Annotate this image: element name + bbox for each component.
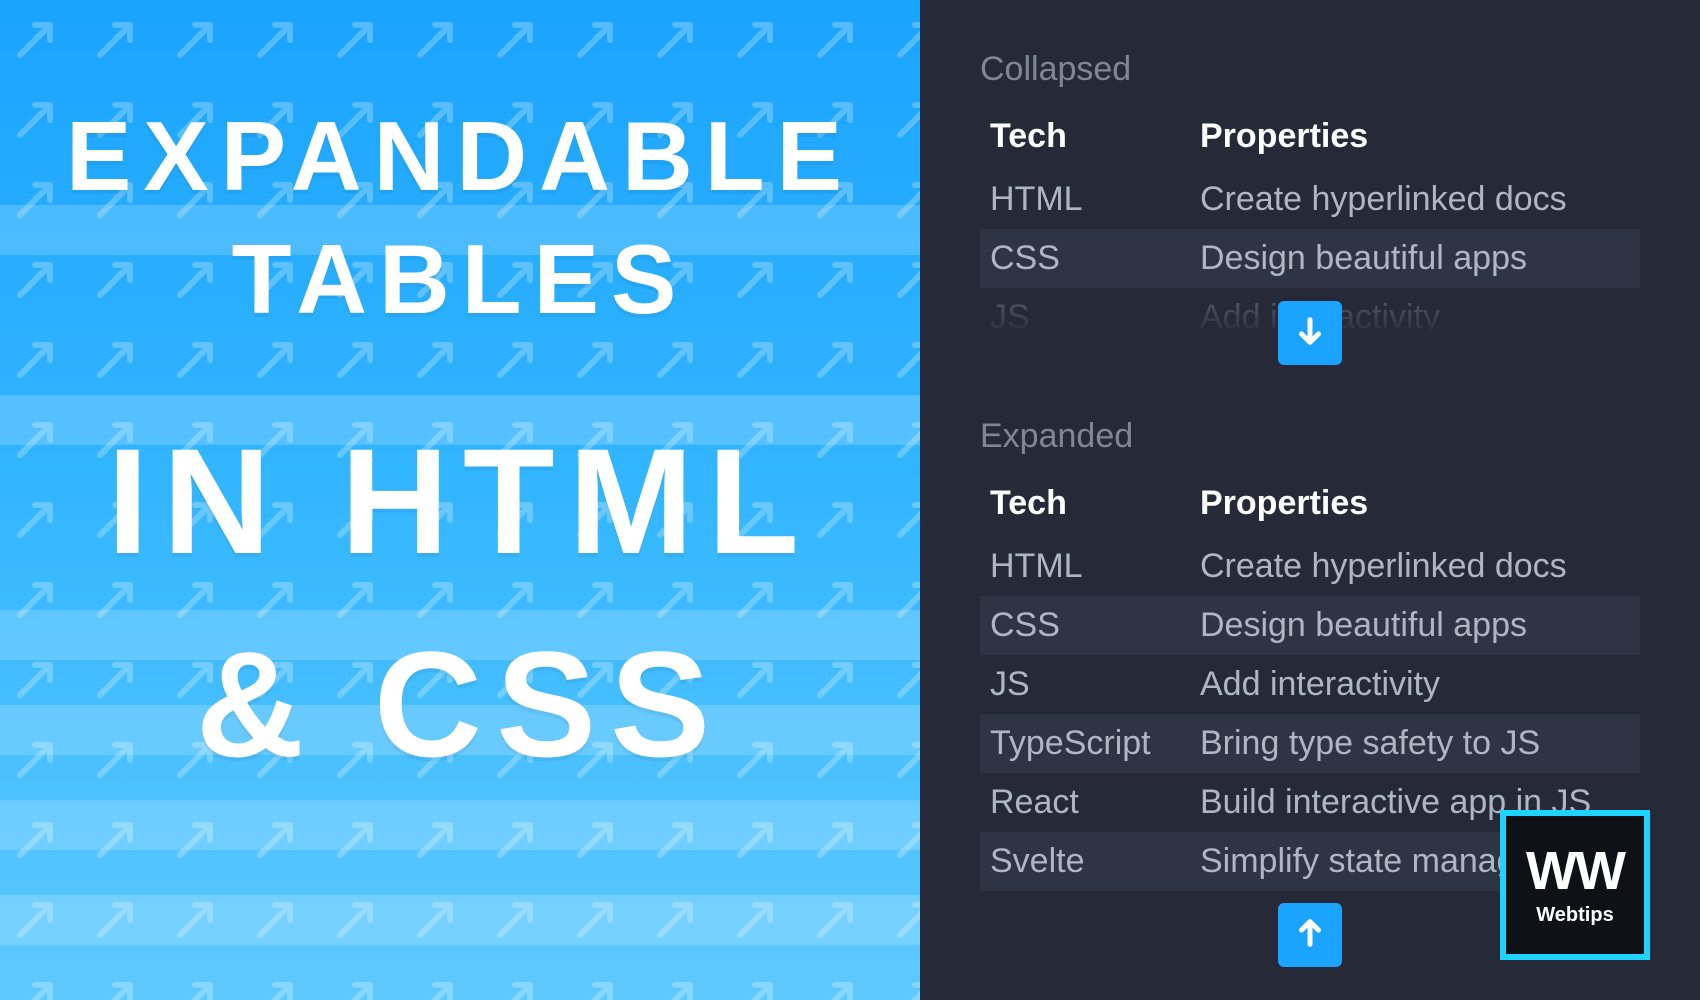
cell-tech: HTML: [980, 170, 1190, 229]
table-row: HTML Create hyperlinked docs: [980, 170, 1640, 229]
cell-tech: TypeScript: [980, 714, 1190, 773]
cell-tech: HTML: [980, 537, 1190, 596]
headline-line4: & CSS: [60, 618, 860, 791]
table-row: CSS Design beautiful apps: [980, 596, 1640, 655]
col-header-props: Properties: [1190, 107, 1640, 170]
demo-panel: Collapsed Tech Properties HTML Create hy…: [920, 0, 1700, 1000]
col-header-tech: Tech: [980, 474, 1190, 537]
cell-props: Create hyperlinked docs: [1190, 537, 1640, 596]
collapse-button[interactable]: [1278, 903, 1342, 967]
cell-tech: CSS: [980, 229, 1190, 288]
headline-line3: IN HTML: [60, 415, 860, 588]
col-header-tech: Tech: [980, 107, 1190, 170]
cell-tech: JS: [980, 288, 1190, 347]
table-row: CSS Design beautiful apps: [980, 229, 1640, 288]
expanded-section-title: Expanded: [980, 417, 1640, 456]
collapsed-section-title: Collapsed: [980, 50, 1640, 89]
webtips-logo: WW Webtips: [1500, 810, 1650, 960]
table-row: JS Add interactivity: [980, 655, 1640, 714]
decor-band: [0, 895, 920, 945]
col-header-props: Properties: [1190, 474, 1640, 537]
arrow-down-icon: [1293, 314, 1327, 353]
expand-button[interactable]: [1278, 301, 1342, 365]
headline-line1: EXPANDABLE: [60, 100, 860, 213]
cell-props: Design beautiful apps: [1190, 229, 1640, 288]
logo-mark: WW: [1526, 844, 1624, 898]
headline-line2: TABLES: [60, 223, 860, 336]
cell-tech: JS: [980, 655, 1190, 714]
cell-props: Add interactivity: [1190, 655, 1640, 714]
cell-props: Create hyperlinked docs: [1190, 170, 1640, 229]
logo-name: Webtips: [1536, 904, 1613, 927]
hero-panel: EXPANDABLE TABLES IN HTML & CSS: [0, 0, 920, 1000]
cell-props: Add interactivity: [1190, 288, 1640, 347]
cell-tech: CSS: [980, 596, 1190, 655]
cell-props: Design beautiful apps: [1190, 596, 1640, 655]
collapsed-table-wrap: Tech Properties HTML Create hyperlinked …: [980, 107, 1640, 347]
decor-band: [0, 800, 920, 850]
cell-props: Bring type safety to JS: [1190, 714, 1640, 773]
arrow-up-icon: [1293, 916, 1327, 955]
cell-tech: React: [980, 773, 1190, 832]
table-row: HTML Create hyperlinked docs: [980, 537, 1640, 596]
cell-tech: Svelte: [980, 832, 1190, 891]
headline: EXPANDABLE TABLES IN HTML & CSS: [60, 100, 860, 790]
table-row: TypeScript Bring type safety to JS: [980, 714, 1640, 773]
